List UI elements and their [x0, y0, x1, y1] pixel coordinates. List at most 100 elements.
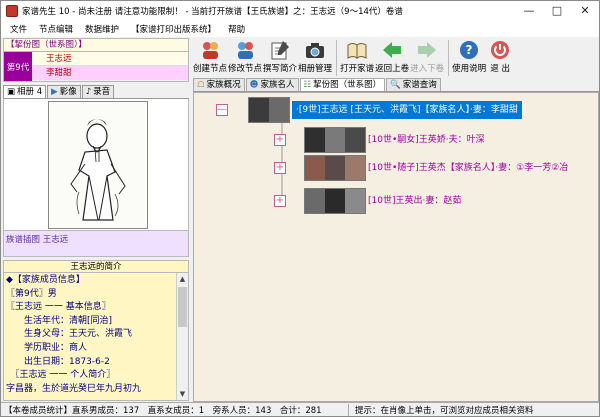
svg-text:?: ?: [466, 43, 473, 57]
help-icon: ?: [456, 38, 482, 62]
lineage-chart-icon: ☷: [303, 79, 312, 90]
tree-node-label[interactable]: [10世]王英出·妻：赵茹: [368, 192, 461, 210]
back-volume-label: 返回上卷: [375, 64, 410, 74]
close-button[interactable]: ✕: [571, 1, 599, 21]
toolbar: 创建节点 修改节点 撰写简介 相册管理 打开家谱 返回上卷 进入下卷 ? 使用说…: [193, 38, 599, 78]
help-label: 使用说明: [452, 64, 487, 74]
scroll-down-icon[interactable]: ▼: [177, 388, 188, 400]
tab-album-label: 相册 4: [17, 86, 43, 97]
tab-lineage-chart-label: 挈份图（世系图）: [313, 79, 382, 90]
open-genealogy-label: 打开家谱: [340, 64, 375, 74]
generation-row: 第9代 王志远 李甜甜: [3, 52, 189, 82]
expand-icon[interactable]: +: [274, 162, 286, 174]
portrait-image[interactable]: [48, 101, 148, 229]
tab-video[interactable]: ▶ 影像: [47, 85, 81, 98]
window-title: 家谱先生 10 - 尚未注册 请注意功能限制！ - 当前打开族谱【王氏族谱】之：…: [22, 7, 403, 17]
tab-genealogy-search[interactable]: 🔍 家谱查询: [386, 78, 441, 91]
minimize-button[interactable]: —: [515, 1, 543, 21]
back-arrow-icon: [379, 38, 405, 62]
maximize-button[interactable]: □: [543, 1, 571, 21]
status-bar: 【本卷成员统计】直系男成员：137 直系女成员：1 旁系人员：143 合计：28…: [1, 402, 599, 416]
node-portraits[interactable]: [304, 127, 366, 153]
member-name[interactable]: 王志远: [32, 52, 188, 66]
back-volume-button[interactable]: 返回上卷: [375, 38, 409, 74]
status-hint: 提示：在肖像上单击，可浏览对应成员相关资料: [355, 405, 534, 416]
scroll-thumb[interactable]: [178, 287, 187, 327]
tree-node-child[interactable]: + [10世]王英出·妻：赵茹: [274, 188, 461, 214]
bio-panel: ◆【家族成员信息】 〖第9代〗男 〖王志远 一一 基本信息〗 生活年代：清朝[同…: [3, 273, 189, 401]
photo-caption: 族谱插图 王志远: [3, 231, 189, 257]
video-icon: ▶: [51, 86, 58, 97]
menu-bar: 文件 节点编辑 数据维护 【家谱打印出版系统】 帮助: [1, 21, 599, 37]
spouse-name[interactable]: 李甜甜: [32, 66, 188, 80]
bio-line: 生活年代：清朝[同治]: [6, 315, 113, 326]
menu-file[interactable]: 文件: [4, 23, 33, 35]
next-volume-button[interactable]: 进入下卷: [410, 38, 444, 74]
tree-node-label[interactable]: [10世•嗣女]王英娇·夫：叶深: [368, 131, 485, 149]
left-panel: 【挈份图（世系图）】 第9代 王志远 李甜甜 ▣相册 4 ▶影像 ♪录音: [3, 38, 189, 403]
write-intro-label: 撰写简介: [263, 64, 298, 74]
write-intro-button[interactable]: 撰写简介: [263, 38, 297, 74]
help-button[interactable]: ? 使用说明: [452, 38, 486, 74]
open-genealogy-button[interactable]: 打开家谱: [340, 38, 374, 74]
edit-node-button[interactable]: 修改节点: [228, 38, 262, 74]
bio-line: 〖王志远 一一 基本信息〗: [6, 302, 111, 313]
album-manage-label: 相册管理: [298, 64, 333, 74]
tab-audio-label: 录音: [93, 86, 111, 97]
create-node-icon: [197, 38, 223, 62]
tab-family-overview[interactable]: ☖ 家族概况: [193, 78, 245, 91]
write-intro-icon: [267, 38, 293, 62]
edit-node-label: 修改节点: [228, 64, 263, 74]
camera-icon: [302, 38, 328, 62]
tab-family-celebrities-label: 家族名人: [260, 79, 295, 90]
tree-node-root[interactable]: — ·[9世]王志远 [王天元、洪霞飞]【家族名人】·妻：李甜甜: [216, 97, 522, 123]
tab-family-celebrities[interactable]: ☻ 家族名人: [245, 78, 299, 91]
exit-label: 退 出: [490, 64, 510, 74]
node-portraits[interactable]: [248, 97, 290, 123]
search-icon: 🔍: [390, 79, 401, 90]
forward-arrow-icon: [414, 38, 440, 62]
title-bar: 家谱先生 10 - 尚未注册 请注意功能限制！ - 当前打开族谱【王氏族谱】之：…: [1, 1, 599, 21]
collapse-icon[interactable]: —: [216, 104, 228, 116]
celebrities-icon: ☻: [249, 79, 259, 90]
tab-genealogy-search-label: 家谱查询: [402, 79, 437, 90]
open-book-icon: [344, 38, 370, 62]
tree-node-child[interactable]: + [10世•嗣女]王英娇·夫：叶深: [274, 127, 485, 153]
tab-audio[interactable]: ♪ 录音: [81, 85, 115, 98]
scroll-up-icon[interactable]: ▲: [177, 273, 188, 285]
menu-data[interactable]: 数据维护: [79, 23, 125, 35]
tab-album[interactable]: ▣ 相册 4: [3, 85, 47, 98]
expand-icon[interactable]: +: [274, 195, 286, 207]
album-manage-button[interactable]: 相册管理: [298, 38, 332, 74]
create-node-label: 创建节点: [193, 64, 228, 74]
tab-family-overview-label: 家族概况: [206, 79, 241, 90]
toolbar-divider: [448, 40, 450, 76]
generation-badge: 第9代: [4, 52, 32, 81]
tab-lineage-chart[interactable]: ☷ 挈份图（世系图）: [299, 78, 386, 91]
bio-line: 学历职业：商人: [6, 342, 88, 353]
menu-node-edit[interactable]: 节点编辑: [33, 23, 79, 35]
audio-icon: ♪: [85, 86, 92, 97]
menu-print[interactable]: 【家谱打印出版系统】: [125, 23, 222, 35]
bio-line: 出生日期：1873-6-2: [6, 356, 110, 367]
bio-line: 〖第9代〗男: [6, 288, 57, 299]
lineage-canvas: — ·[9世]王志远 [王天元、洪霞飞]【家族名人】·妻：李甜甜 + [10世•…: [193, 92, 599, 402]
expand-icon[interactable]: +: [274, 134, 286, 146]
tree-node-child[interactable]: + [10世•随子]王英杰【家族名人】·妻：①李一芳②冶: [274, 155, 568, 181]
app-logo-icon: [6, 5, 18, 17]
tab-video-label: 影像: [59, 86, 77, 97]
bio-line: 生身父母：王天元、洪霞飞: [6, 329, 133, 340]
tree-node-label[interactable]: [10世•随子]王英杰【家族名人】·妻：①李一芳②冶: [368, 159, 568, 177]
media-tabs: ▣ 相册 4 ▶ 影像 ♪ 录音: [3, 85, 189, 99]
tree-node-label[interactable]: ·[9世]王志远 [王天元、洪霞飞]【家族名人】·妻：李甜甜: [292, 101, 522, 119]
status-statistics: 【本卷成员统计】直系男成员：137 直系女成员：1 旁系人员：143 合计：28…: [1, 403, 349, 416]
menu-help[interactable]: 帮助: [222, 23, 251, 35]
node-portraits[interactable]: [304, 188, 366, 214]
create-node-button[interactable]: 创建节点: [193, 38, 227, 74]
photo-area: [3, 99, 189, 231]
power-icon: [487, 38, 513, 62]
main-tabs: ☖ 家族概况 ☻ 家族名人 ☷ 挈份图（世系图） 🔍 家谱查询: [193, 78, 599, 92]
bio-scrollbar[interactable]: ▲ ▼: [176, 273, 188, 400]
node-portraits[interactable]: [304, 155, 366, 181]
exit-button[interactable]: 退 出: [487, 38, 513, 74]
